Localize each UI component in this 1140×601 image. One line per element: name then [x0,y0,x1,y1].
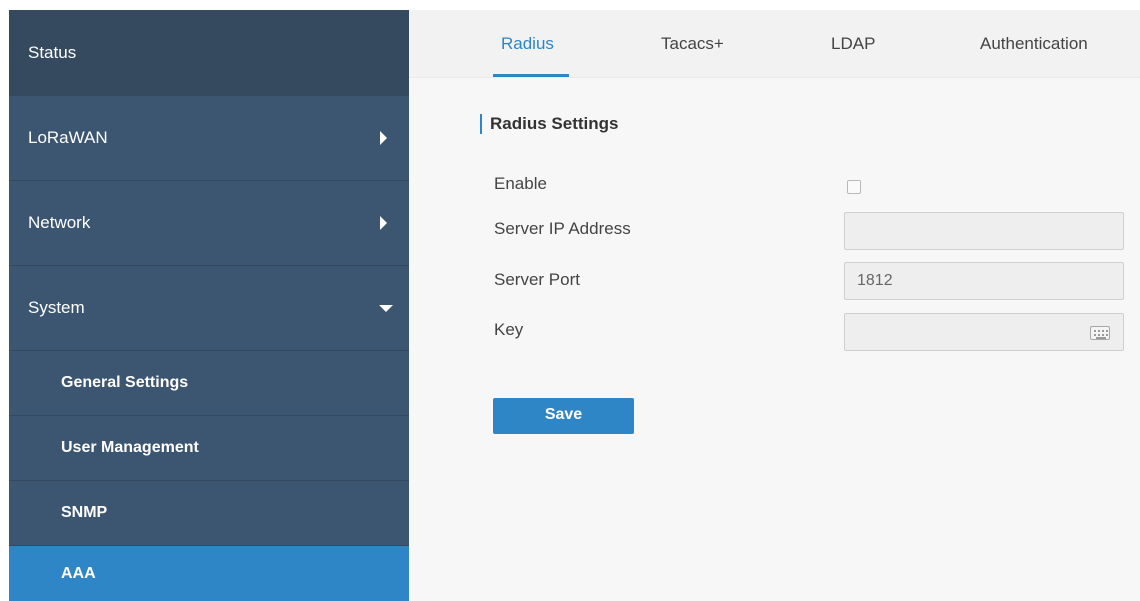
sidebar: Status LoRaWAN Network System General Se… [9,10,409,601]
chevron-down-icon [379,305,393,312]
enable-checkbox[interactable] [847,180,861,194]
sidebar-item-label: Network [28,213,91,232]
sidebar-item-network[interactable]: Network [9,181,409,266]
active-tab-indicator [493,74,569,77]
sidebar-item-general-settings[interactable]: General Settings [9,351,409,416]
tab-ldap[interactable]: LDAP [831,34,875,54]
chevron-right-icon [380,216,387,230]
app-root: Status LoRaWAN Network System General Se… [0,0,1140,601]
chevron-right-icon [380,131,387,145]
sidebar-item-label: SNMP [61,504,108,521]
tab-radius[interactable]: Radius [501,34,554,54]
server-port-label: Server Port [494,270,580,289]
tab-authentication[interactable]: Authentication [980,34,1088,54]
sidebar-item-aaa[interactable]: AAA [9,546,409,601]
sidebar-item-label: System [28,298,85,317]
sidebar-item-label: General Settings [61,374,189,391]
tab-tacacs[interactable]: Tacacs+ [661,34,724,54]
tab-bar: Radius Tacacs+ LDAP Authentication [409,10,1140,78]
sidebar-item-label: LoRaWAN [28,128,108,147]
sidebar-item-user-management[interactable]: User Management [9,416,409,481]
sidebar-item-label: Status [28,42,77,62]
sidebar-item-status[interactable]: Status [9,10,409,96]
server-ip-input[interactable] [844,212,1124,250]
server-ip-label: Server IP Address [494,219,631,238]
server-port-value: 1812 [857,272,893,289]
sidebar-item-snmp[interactable]: SNMP [9,481,409,546]
sidebar-item-system[interactable]: System [9,266,409,351]
keyboard-icon[interactable] [1090,326,1110,340]
main-content: Radius Tacacs+ LDAP Authentication Radiu… [409,10,1140,601]
sidebar-item-lorawan[interactable]: LoRaWAN [9,96,409,181]
sidebar-item-label: User Management [61,439,199,456]
section-title: Radius Settings [480,114,618,134]
save-button[interactable]: Save [493,398,634,434]
enable-label: Enable [494,174,547,193]
key-input[interactable] [844,313,1124,351]
server-port-input[interactable]: 1812 [844,262,1124,300]
key-label: Key [494,320,524,339]
sidebar-item-label: AAA [61,564,96,582]
